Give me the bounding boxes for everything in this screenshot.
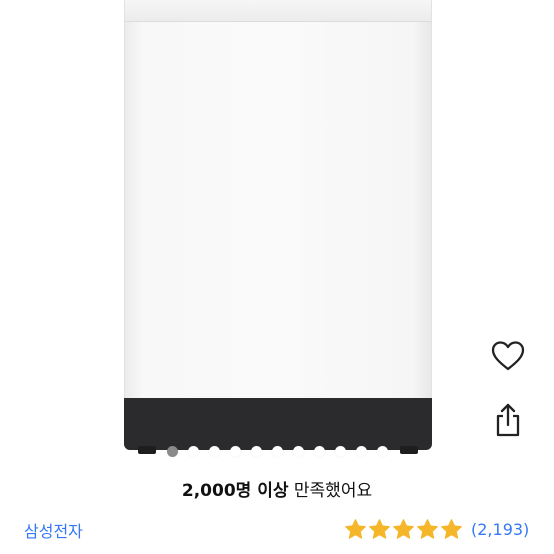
star-icon bbox=[441, 518, 462, 539]
carousel-dot[interactable] bbox=[313, 446, 325, 457]
satisfaction-summary: 2,000명 이상 만족했어요 bbox=[0, 476, 554, 501]
washer-body bbox=[124, 22, 432, 398]
carousel-dot[interactable] bbox=[292, 446, 304, 457]
star-icon bbox=[345, 518, 366, 539]
share-button[interactable] bbox=[488, 400, 528, 440]
heart-outline-icon bbox=[491, 341, 525, 371]
review-count[interactable]: (2,193) bbox=[471, 520, 529, 539]
share-icon bbox=[496, 403, 520, 437]
carousel-dot[interactable] bbox=[208, 446, 220, 457]
washer-lid bbox=[124, 0, 432, 22]
washer-base bbox=[124, 398, 432, 450]
carousel-dot[interactable] bbox=[355, 446, 367, 457]
star-icon bbox=[369, 518, 390, 539]
star-rating bbox=[344, 518, 463, 541]
star-icon bbox=[417, 518, 438, 539]
carousel-dot[interactable] bbox=[376, 446, 388, 457]
satisfaction-count: 2,000명 이상 bbox=[181, 481, 289, 501]
carousel-dot[interactable] bbox=[166, 446, 178, 457]
brand-link[interactable]: 삼성전자 bbox=[24, 518, 83, 542]
image-carousel-dots bbox=[0, 446, 554, 460]
carousel-dot[interactable] bbox=[229, 446, 241, 457]
brand-rating-row: 삼성전자 (2,193) bbox=[0, 514, 554, 544]
rating-summary[interactable]: (2,193) bbox=[344, 514, 529, 544]
carousel-dot[interactable] bbox=[187, 446, 199, 457]
satisfaction-suffix: 만족했어요 bbox=[288, 481, 373, 501]
carousel-dot[interactable] bbox=[334, 446, 346, 457]
carousel-dot[interactable] bbox=[250, 446, 262, 457]
product-image[interactable] bbox=[124, 0, 432, 454]
wishlist-button[interactable] bbox=[488, 336, 528, 376]
star-icon bbox=[393, 518, 414, 539]
carousel-dot[interactable] bbox=[271, 446, 283, 457]
